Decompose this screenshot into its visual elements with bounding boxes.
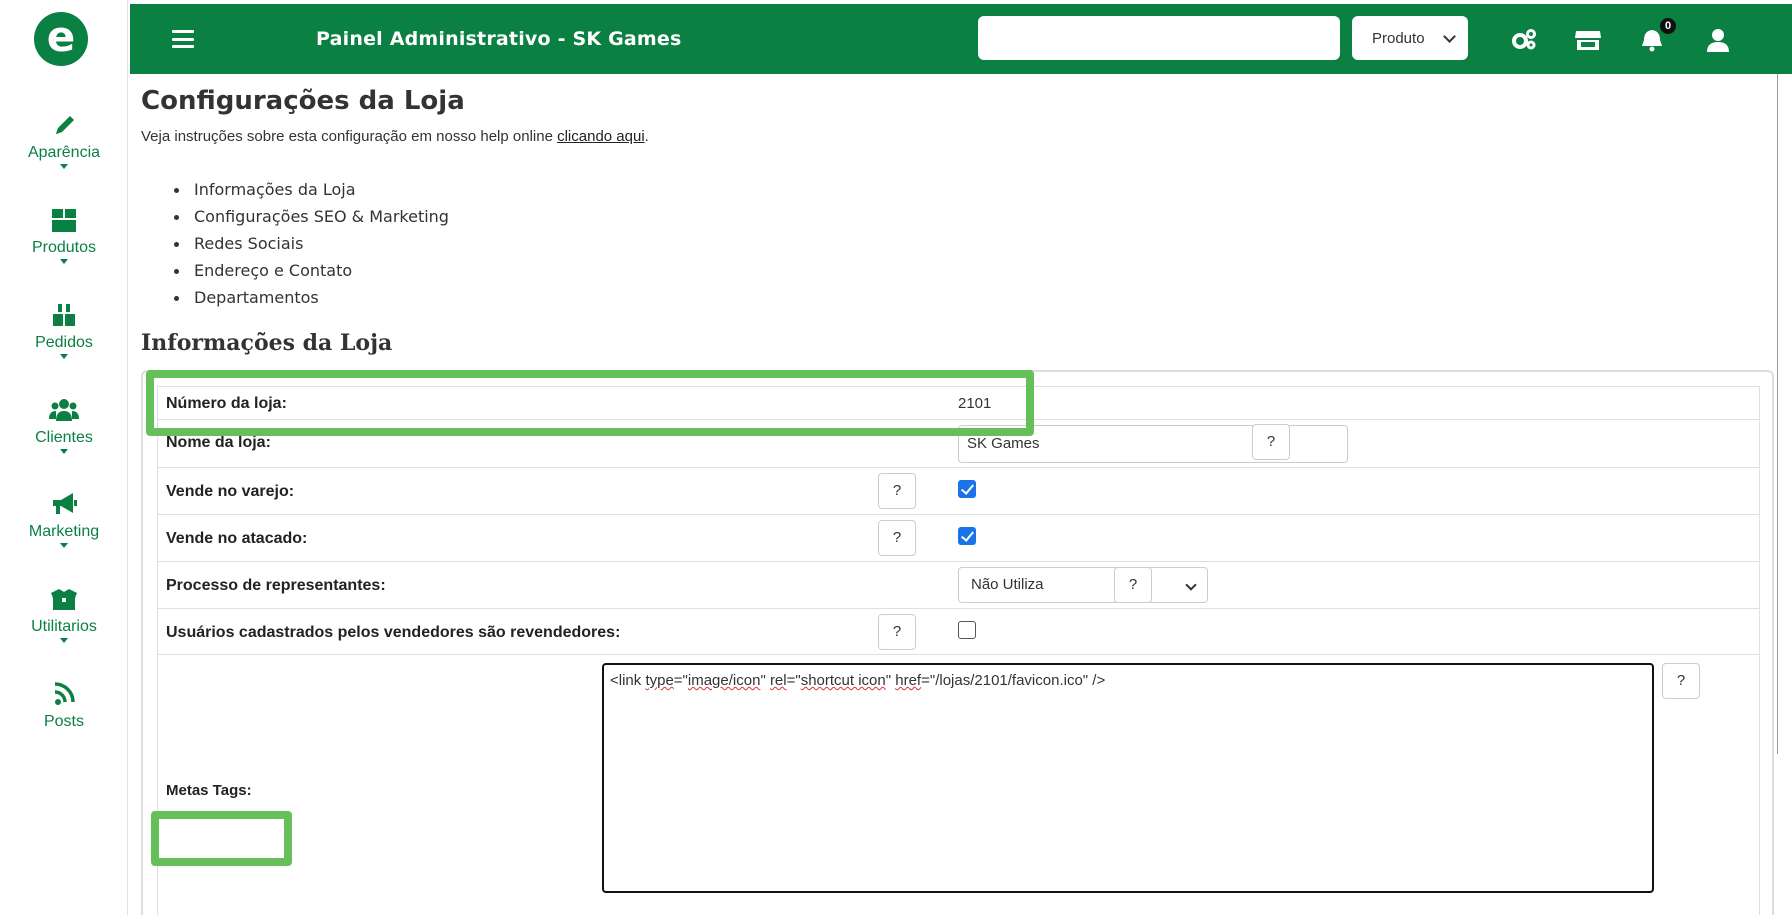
menu-icon[interactable] (172, 30, 194, 48)
box-icon (52, 209, 76, 232)
sidebar-item-utilitarios[interactable]: Utilitarios (0, 586, 128, 643)
wholesale-checkbox[interactable] (958, 527, 976, 545)
table-row: Vende no atacado: ? (157, 515, 1760, 562)
sidebar-item-label: Aparência (27, 144, 101, 161)
sidebar-item-label: Clientes (35, 429, 93, 446)
table-row: Metas Tags: <link type="image/icon" rel=… (157, 655, 1760, 915)
field-label: Processo de representantes: (166, 577, 386, 594)
chevron-down-icon (1185, 579, 1197, 591)
sidebar-item-marketing[interactable]: Marketing (0, 491, 128, 548)
sidebar-item-label: Marketing (28, 523, 100, 540)
intro-text: Veja instruções sobre esta configuração … (141, 128, 649, 145)
table-row: Vende no varejo: ? (157, 468, 1760, 515)
table-row: Nome da loja: SK Games ? (157, 420, 1760, 468)
boxes-icon (53, 304, 75, 326)
field-label: Número da loja: (166, 395, 287, 412)
users-icon (49, 399, 79, 421)
chevron-down-icon (60, 164, 68, 169)
field-label: Vende no varejo: (166, 483, 295, 500)
help-button[interactable]: ? (1114, 567, 1152, 603)
meta-tags-textarea[interactable]: <link type="image/icon" rel="shortcut ic… (602, 663, 1654, 893)
sidebar-item-label: Pedidos (35, 334, 93, 351)
help-button[interactable]: ? (878, 473, 916, 509)
representatives-select[interactable]: Não Utiliza (958, 567, 1208, 603)
sidebar: e Aparência Produtos Pedidos Clientes Ma… (0, 0, 128, 915)
retail-checkbox[interactable] (958, 480, 976, 498)
field-label: Nome da loja: (166, 434, 271, 451)
intro-text-start: Veja instruções sobre esta configuração … (141, 128, 558, 145)
chevron-down-icon (60, 543, 68, 548)
resellers-checkbox[interactable] (958, 621, 976, 639)
section-link-informacoes[interactable]: Informações da Loja (171, 176, 449, 203)
store-number-value: 2101 (958, 395, 992, 412)
section-link-endereco[interactable]: Endereço e Contato (171, 257, 449, 284)
settings-panel: Número da loja: 2101 Nome da loja: SK Ga… (141, 370, 1774, 915)
help-link[interactable]: clicando aqui (557, 128, 645, 145)
megaphone-icon (53, 493, 77, 514)
sidebar-item-aparencia[interactable]: Aparência (0, 112, 128, 169)
sidebar-item-produtos[interactable]: Produtos (0, 207, 128, 264)
page-header-title: Painel Administrativo - SK Games (316, 28, 682, 50)
help-button[interactable]: ? (1662, 663, 1700, 699)
field-label: Vende no atacado: (166, 530, 308, 547)
logo[interactable]: e (34, 12, 88, 66)
search-input[interactable] (978, 16, 1340, 60)
table-row: Número da loja: 2101 (157, 386, 1760, 420)
scrollbar-edge (1777, 74, 1778, 754)
table-row: Usuários cadastrados pelos vendedores sã… (157, 609, 1760, 655)
section-link-seo[interactable]: Configurações SEO & Marketing (171, 203, 449, 230)
sidebar-item-clientes[interactable]: Clientes (0, 397, 128, 454)
section-link-redes[interactable]: Redes Sociais (171, 230, 449, 257)
chevron-down-icon (60, 354, 68, 359)
section-link-departamentos[interactable]: Departamentos (171, 284, 449, 311)
sidebar-item-pedidos[interactable]: Pedidos (0, 302, 128, 359)
sidebar-item-posts[interactable]: Posts (0, 681, 128, 731)
field-label: Usuários cadastrados pelos vendedores sã… (166, 624, 621, 641)
sidebar-item-label: Utilitarios (31, 618, 97, 635)
representatives-select-value: Não Utiliza (971, 576, 1044, 593)
chevron-down-icon (60, 259, 68, 264)
chevron-down-icon (60, 638, 68, 643)
intro-text-end: . (644, 128, 649, 145)
notification-badge: 0 (1660, 18, 1676, 34)
chevron-down-icon (60, 449, 68, 454)
store-icon[interactable] (1574, 28, 1602, 52)
section-title: Informações da Loja (141, 330, 393, 356)
field-label: Metas Tags: (166, 782, 252, 799)
help-button[interactable]: ? (1252, 424, 1290, 460)
help-button[interactable]: ? (878, 520, 916, 556)
search-type-select[interactable]: Produto (1352, 16, 1468, 60)
sidebar-item-label: Produtos (31, 239, 97, 256)
user-icon[interactable] (1704, 28, 1732, 52)
section-links: Informações da Loja Configurações SEO & … (171, 176, 449, 311)
page-title: Configurações da Loja (141, 86, 465, 116)
help-button[interactable]: ? (878, 614, 916, 650)
search-type-value: Produto (1372, 29, 1425, 47)
sidebar-item-label: Posts (43, 713, 84, 730)
pencil-icon (56, 116, 74, 134)
logo-letter: e (46, 12, 76, 61)
chevron-down-icon (1443, 30, 1456, 43)
topbar: Painel Administrativo - SK Games Produto… (130, 4, 1792, 74)
toolbox-icon (51, 589, 77, 610)
table-row: Processo de representantes: Não Utiliza … (157, 562, 1760, 609)
gears-icon[interactable] (1510, 28, 1538, 52)
rss-icon (54, 682, 75, 705)
